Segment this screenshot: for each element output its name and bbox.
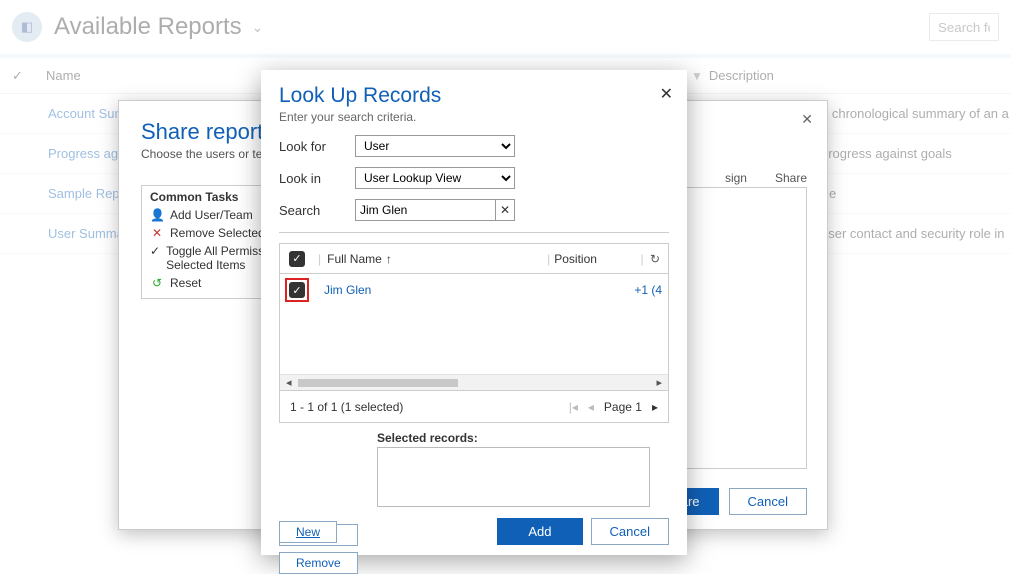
cancel-button[interactable]: Cancel: [729, 488, 807, 515]
prev-page-icon[interactable]: ◂: [588, 400, 594, 414]
reset-icon: ↺: [150, 276, 164, 290]
select-all-checkbox[interactable]: ✓: [289, 251, 305, 267]
assign-col: sign: [725, 171, 747, 185]
result-row[interactable]: ✓ Jim Glen +1 (4: [280, 274, 668, 306]
page-label: Page 1: [604, 400, 642, 414]
result-extra: +1 (4: [634, 283, 668, 297]
look-for-label: Look for: [279, 139, 355, 154]
next-page-icon[interactable]: ▸: [652, 400, 658, 414]
pager-status: 1 - 1 of 1 (1 selected): [290, 400, 403, 414]
row-checkbox[interactable]: ✓: [289, 282, 305, 298]
horizontal-scrollbar[interactable]: ◂ ▸: [280, 374, 668, 390]
scroll-right-icon[interactable]: ▸: [656, 376, 662, 389]
col-full-name[interactable]: Full Name ↑: [325, 252, 543, 266]
lookup-subtitle: Enter your search criteria.: [279, 110, 669, 124]
remove-icon: ✕: [150, 226, 164, 240]
selected-records-label: Selected records:: [377, 431, 687, 445]
scroll-left-icon[interactable]: ◂: [286, 376, 292, 389]
col-position[interactable]: Position: [554, 252, 634, 266]
refresh-icon[interactable]: ↻: [650, 252, 668, 266]
person-plus-icon: 👤: [150, 208, 164, 222]
cancel-button[interactable]: Cancel: [591, 518, 669, 545]
add-button[interactable]: Add: [497, 518, 582, 545]
sort-asc-icon: ↑: [386, 252, 392, 266]
new-button[interactable]: New: [279, 521, 337, 543]
results-grid: ✓ | Full Name ↑ | Position | ↻ ✓ Jim Gle…: [279, 243, 669, 423]
look-in-label: Look in: [279, 171, 355, 186]
lookup-records-dialog: ✕ Look Up Records Enter your search crit…: [261, 70, 687, 555]
check-icon: ✓: [150, 244, 160, 258]
remove-button[interactable]: Remove: [279, 552, 358, 574]
first-page-icon[interactable]: |◂: [569, 400, 578, 414]
look-for-select[interactable]: User: [355, 135, 515, 157]
result-name[interactable]: Jim Glen: [314, 283, 524, 297]
clear-search-icon[interactable]: ✕: [495, 199, 515, 221]
close-icon[interactable]: ✕: [801, 111, 813, 128]
close-icon[interactable]: ✕: [660, 84, 673, 104]
scroll-thumb[interactable]: [298, 379, 458, 387]
look-in-select[interactable]: User Lookup View: [355, 167, 515, 189]
search-label: Search: [279, 203, 355, 218]
search-input[interactable]: [355, 199, 495, 221]
lookup-title: Look Up Records: [279, 84, 669, 108]
share-col: Share: [775, 171, 807, 185]
selected-records-box[interactable]: [377, 447, 650, 507]
